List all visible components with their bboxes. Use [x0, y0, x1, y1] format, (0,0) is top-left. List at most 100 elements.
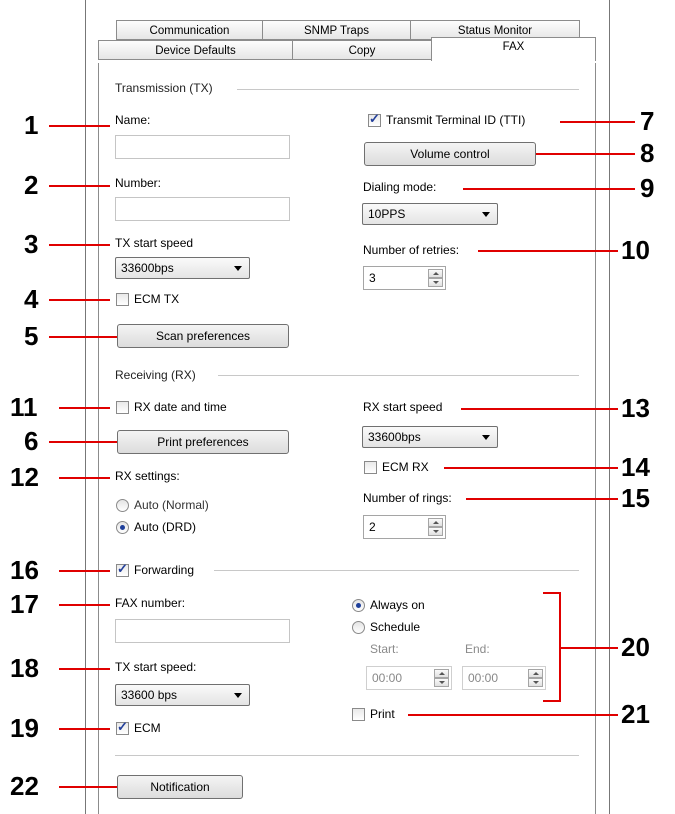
callout-number-7: 7	[640, 106, 655, 136]
tx-start-speed-select[interactable]: 33600bps	[115, 257, 250, 279]
forwarding-label: Forwarding	[134, 563, 195, 577]
callout-number-6: 6	[24, 426, 39, 456]
rings-value: 2	[369, 520, 376, 534]
callout-number-18: 18	[10, 653, 39, 683]
print-preferences-button[interactable]: Print preferences	[117, 430, 289, 454]
callout-line-17	[59, 604, 110, 606]
tab-snmp-traps[interactable]: SNMP Traps	[262, 20, 411, 40]
forward-tx-speed-select[interactable]: 33600 bps	[115, 684, 250, 706]
schedule-radio[interactable]	[352, 621, 365, 634]
ecm-tx-label: ECM TX	[134, 292, 180, 306]
callout-line-15	[466, 498, 618, 500]
spin-down-icon[interactable]	[434, 678, 449, 687]
tti-checkbox[interactable]: ✓	[368, 111, 381, 127]
callout-line-11	[59, 407, 110, 409]
auto-normal-radio[interactable]	[116, 499, 129, 512]
check-icon: ✓	[369, 111, 380, 126]
schedule-start-value: 00:00	[372, 671, 403, 685]
schedule-start-label: Start:	[370, 642, 399, 656]
schedule-label: Schedule	[370, 620, 421, 634]
schedule-start-spinner[interactable]: 00:00	[366, 666, 452, 690]
notification-button[interactable]: Notification	[117, 775, 243, 799]
callout-number-13: 13	[621, 393, 650, 423]
tx-section-divider	[237, 89, 579, 90]
auto-drd-label: Auto (DRD)	[134, 520, 197, 534]
number-label: Number:	[115, 176, 162, 190]
rx-date-time-checkbox[interactable]	[116, 401, 129, 414]
rx-start-speed-select[interactable]: 33600bps	[362, 426, 498, 448]
retries-label: Number of retries:	[363, 243, 460, 257]
forward-ecm-checkbox[interactable]: ✓	[116, 720, 129, 735]
spin-up-icon[interactable]	[428, 269, 443, 278]
callout-line-12	[59, 477, 110, 479]
callout-number-15: 15	[621, 483, 650, 513]
callout-number-8: 8	[640, 138, 655, 168]
scan-preferences-button[interactable]: Scan preferences	[117, 324, 289, 348]
ecm-rx-checkbox[interactable]	[364, 461, 377, 474]
rx-section-divider	[218, 375, 579, 376]
ecm-tx-checkbox[interactable]	[116, 293, 129, 306]
callout-line-16	[59, 570, 110, 572]
spin-up-icon[interactable]	[428, 518, 443, 527]
callout-line-13	[461, 408, 618, 410]
rings-label: Number of rings:	[363, 491, 452, 505]
name-input[interactable]	[115, 135, 290, 159]
fax-number-input[interactable]	[115, 619, 290, 643]
callout-number-22: 22	[10, 771, 39, 801]
callout-line-22	[59, 786, 117, 788]
spin-down-icon[interactable]	[428, 527, 443, 536]
schedule-end-label: End:	[465, 642, 490, 656]
callout-line-4	[49, 299, 110, 301]
tab-fax[interactable]: FAX	[431, 37, 596, 61]
tx-start-speed-label: TX start speed	[115, 236, 194, 250]
tab-copy[interactable]: Copy	[292, 40, 432, 60]
callout-number-10: 10	[621, 235, 650, 265]
ecm-rx-label: ECM RX	[382, 460, 429, 474]
chevron-down-icon	[482, 435, 490, 440]
callout-number-11: 11	[10, 392, 38, 422]
callout-line-8	[536, 153, 635, 155]
forwarding-checkbox[interactable]: ✓	[116, 561, 129, 577]
chevron-down-icon	[234, 266, 242, 271]
callout-number-14: 14	[621, 452, 650, 482]
callout-line-7	[560, 121, 635, 123]
callout-number-19: 19	[10, 713, 39, 743]
chevron-down-icon	[234, 693, 242, 698]
auto-drd-radio[interactable]	[116, 521, 129, 534]
always-on-label: Always on	[370, 598, 425, 612]
callout-number-16: 16	[10, 555, 39, 585]
callout-line-9	[463, 188, 635, 190]
number-input[interactable]	[115, 197, 290, 221]
callout-number-12: 12	[10, 462, 39, 492]
tab-device-defaults[interactable]: Device Defaults	[98, 40, 293, 60]
spin-down-icon[interactable]	[428, 278, 443, 287]
callout-number-4: 4	[24, 284, 39, 314]
dialing-mode-label: Dialing mode:	[363, 180, 437, 194]
auto-normal-label: Auto (Normal)	[134, 498, 209, 512]
volume-control-button[interactable]: Volume control	[364, 142, 536, 166]
callout-line-2	[49, 185, 110, 187]
spin-up-icon[interactable]	[434, 669, 449, 678]
callout-number-5: 5	[24, 321, 39, 351]
forward-print-checkbox[interactable]	[352, 708, 365, 721]
callout-line-5	[49, 336, 117, 338]
retries-spinner[interactable]: 3	[363, 266, 446, 290]
spin-up-icon[interactable]	[528, 669, 543, 678]
rx-date-time-label: RX date and time	[134, 400, 227, 414]
callout-line-21	[408, 714, 618, 716]
forward-print-label: Print	[370, 707, 395, 721]
check-icon: ✓	[117, 561, 128, 576]
dialing-mode-select[interactable]: 10PPS	[362, 203, 498, 225]
tab-communication[interactable]: Communication	[116, 20, 263, 40]
schedule-end-value: 00:00	[468, 671, 499, 685]
rings-spinner[interactable]: 2	[363, 515, 446, 539]
forward-tx-speed-value: 33600 bps	[121, 688, 178, 702]
spin-down-icon[interactable]	[528, 678, 543, 687]
rx-start-speed-value: 33600bps	[368, 430, 421, 444]
schedule-end-spinner[interactable]: 00:00	[462, 666, 546, 690]
callout-line-20	[559, 647, 618, 649]
callout-line-6	[49, 441, 117, 443]
tx-section-title: Transmission (TX)	[115, 81, 213, 95]
always-on-radio[interactable]	[352, 599, 365, 612]
forward-tx-speed-label: TX start speed:	[115, 660, 197, 674]
